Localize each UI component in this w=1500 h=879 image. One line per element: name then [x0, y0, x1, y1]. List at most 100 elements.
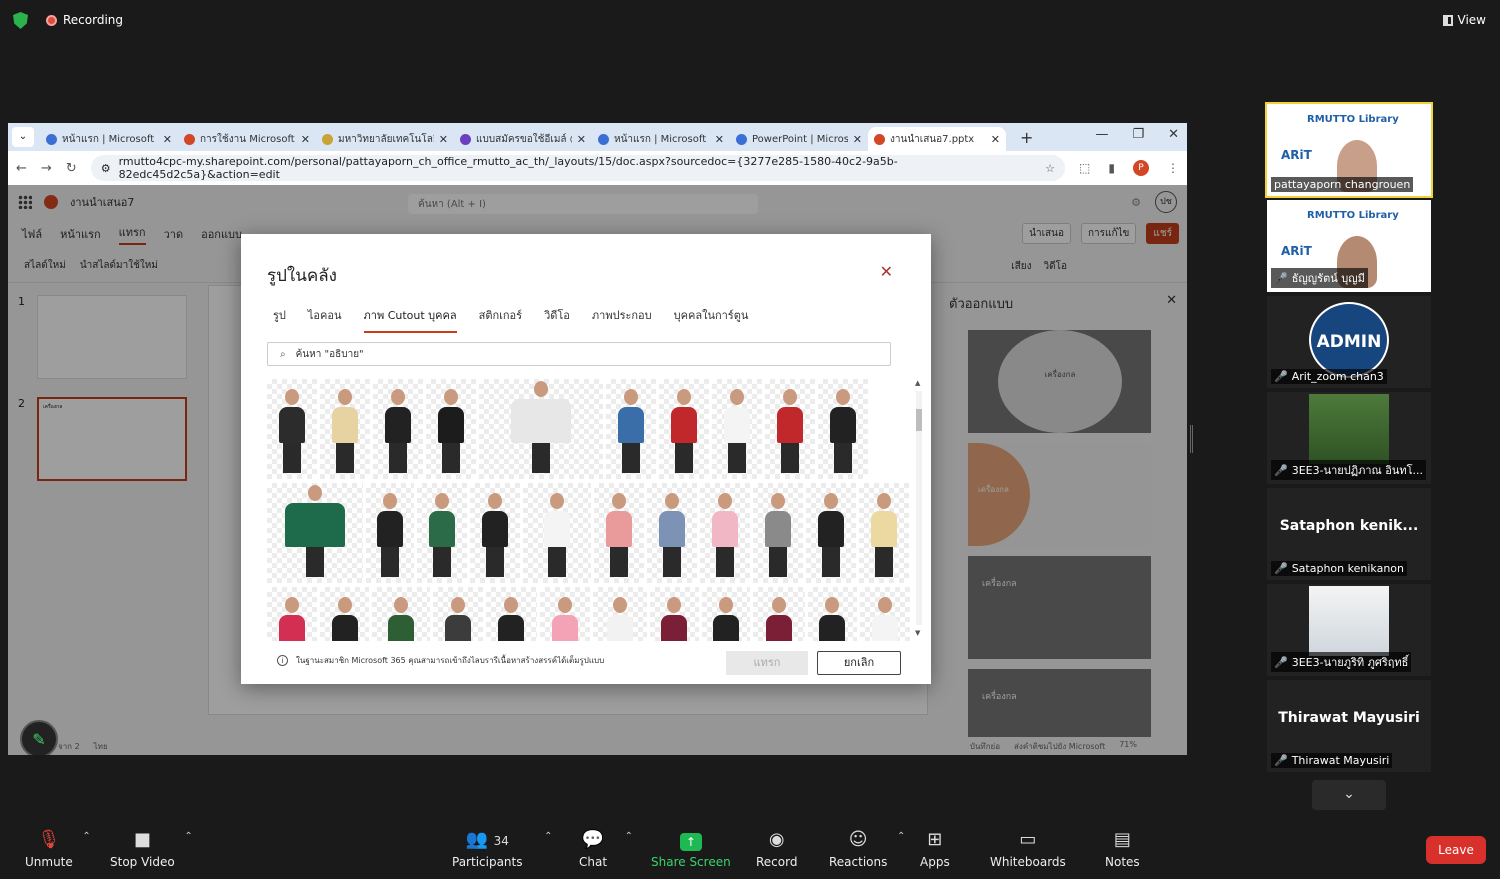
cutout-person-image[interactable] — [417, 483, 467, 583]
new-tab-button[interactable]: + — [1020, 128, 1033, 147]
browser-tab[interactable]: งานนำเสนอ7.pptx ✕ — [868, 127, 1006, 151]
cutout-person-image[interactable] — [752, 587, 805, 641]
site-info-icon[interactable]: ⚙ — [101, 162, 111, 175]
cutout-person-image[interactable] — [470, 483, 520, 583]
tab-close-icon[interactable]: ✕ — [853, 133, 862, 146]
participant-tile[interactable]: Sataphon kenik... 🎤 Sataphon kenikanon — [1267, 488, 1431, 580]
cutout-person-image[interactable] — [702, 587, 750, 641]
cutout-person-image[interactable] — [649, 587, 700, 641]
participant-tile[interactable]: RMUTTO Library ARiT pattayaporn changrou… — [1265, 102, 1433, 198]
tab-close-icon[interactable]: ✕ — [163, 133, 172, 146]
participant-tile[interactable]: Thirawat Mayusiri 🎤 Thirawat Mayusiri — [1267, 680, 1431, 772]
chevron-up-icon[interactable]: ⌃ — [544, 831, 552, 842]
chat-button[interactable]: 💬 Chat ⌃ — [579, 829, 633, 869]
scroll-thumb[interactable] — [916, 409, 922, 431]
cutout-person-image[interactable] — [712, 379, 762, 479]
cutout-person-image[interactable] — [320, 379, 370, 479]
view-button[interactable]: View — [1442, 13, 1486, 27]
cutout-person-image[interactable] — [818, 379, 868, 479]
cutout-person-image[interactable] — [267, 587, 317, 641]
cutout-person-image[interactable] — [540, 587, 590, 641]
chevron-up-icon[interactable]: ⌃ — [82, 831, 90, 842]
recording-indicator[interactable]: Recording — [46, 13, 123, 27]
reactions-button[interactable]: ☺ Reactions ⌃ — [829, 829, 905, 869]
cutout-person-image[interactable] — [479, 379, 603, 479]
cutout-person-image[interactable] — [267, 379, 317, 479]
cutout-person-image[interactable] — [860, 587, 910, 641]
cutout-person-image[interactable] — [606, 379, 656, 479]
tab-stickers[interactable]: สติกเกอร์ — [479, 306, 522, 333]
cutout-person-image[interactable] — [319, 587, 370, 641]
cutout-person-image[interactable] — [659, 379, 709, 479]
tab-icons[interactable]: ไอคอน — [308, 306, 342, 333]
maximize-button[interactable]: ❐ — [1132, 127, 1144, 142]
cutout-person-image[interactable] — [372, 587, 430, 641]
grid-scrollbar[interactable]: ▲ ▼ — [915, 379, 923, 637]
scroll-down-icon[interactable]: ▼ — [915, 629, 920, 637]
participant-tile[interactable]: RMUTTO Library ARiT 🎤 ธัญญรัตน์ บุญมี — [1267, 200, 1431, 292]
sidepanel-icon[interactable]: ▮ — [1108, 161, 1115, 175]
tab-videos[interactable]: วิดีโอ — [544, 306, 570, 333]
cutout-person-image[interactable] — [753, 483, 803, 583]
cutout-person-image[interactable] — [267, 483, 363, 583]
tab-close-icon[interactable]: ✕ — [439, 133, 448, 146]
extensions-icon[interactable]: ⬚ — [1079, 161, 1090, 175]
tab-close-icon[interactable]: ✕ — [577, 133, 586, 146]
unmute-button[interactable]: 🎙 Unmute ⌃ — [25, 829, 91, 869]
tab-cutout-people[interactable]: ภาพ Cutout บุคคล — [363, 306, 457, 333]
close-icon[interactable]: ✕ — [880, 262, 893, 281]
cutout-person-image[interactable] — [366, 483, 414, 583]
close-window-button[interactable]: ✕ — [1168, 127, 1179, 142]
reload-button[interactable]: ↻ — [66, 161, 77, 176]
insert-button[interactable]: แทรก — [726, 651, 808, 675]
cutout-person-image[interactable] — [373, 379, 423, 479]
cancel-button[interactable]: ยกเลิก — [817, 651, 901, 675]
cutout-person-image[interactable] — [485, 587, 538, 641]
tab-close-icon[interactable]: ✕ — [991, 133, 1000, 146]
tab-cartoon-people[interactable]: บุคคลในการ์ตูน — [674, 306, 749, 333]
browser-tab[interactable]: การใช้งาน Microsoft PowerPoint ✕ — [178, 127, 316, 151]
profile-avatar[interactable]: P — [1133, 160, 1149, 176]
browser-tab[interactable]: PowerPoint | Microsoft 365 ✕ — [730, 127, 868, 151]
record-button[interactable]: ◉ Record — [756, 829, 797, 869]
chevron-up-icon[interactable]: ⌃ — [184, 831, 192, 842]
cutout-person-image[interactable] — [426, 379, 476, 479]
tab-close-icon[interactable]: ✕ — [301, 133, 310, 146]
whiteboards-button[interactable]: ▭ Whiteboards — [990, 829, 1066, 869]
cutout-person-image[interactable] — [432, 587, 483, 641]
browser-tab[interactable]: แบบสมัครขอใช้อีเมล์ @rmutto ✕ — [454, 127, 592, 151]
back-button[interactable]: ← — [16, 161, 27, 176]
annotate-pen-icon[interactable]: ✎ — [20, 720, 58, 755]
cutout-person-image[interactable] — [807, 587, 858, 641]
chevron-up-icon[interactable]: ⌃ — [897, 831, 905, 842]
tab-images[interactable]: รูป — [273, 306, 286, 333]
browser-tab[interactable]: หน้าแรก | Microsoft 365 ✕ — [592, 127, 730, 151]
bookmark-star-icon[interactable]: ☆ — [1045, 162, 1055, 175]
apps-button[interactable]: ⊞ Apps — [920, 829, 950, 869]
participant-tile[interactable]: 🎤 3EE3-นายปฏิภาณ อินทโ... — [1267, 392, 1431, 484]
chevron-down-icon[interactable]: ⌄ — [1312, 780, 1386, 810]
share-screen-button[interactable]: ↑ Share Screen — [651, 829, 731, 869]
panel-splitter[interactable] — [1190, 425, 1193, 453]
cutout-person-image[interactable] — [806, 483, 856, 583]
stop-video-button[interactable]: ■ Stop Video ⌃ — [110, 829, 193, 869]
cutout-person-image[interactable] — [647, 483, 697, 583]
participant-tile[interactable]: ADMIN 🎤 Arit_zoom chan3 — [1267, 296, 1431, 388]
browser-tab[interactable]: หน้าแรก | Microsoft 365 ✕ — [40, 127, 178, 151]
cutout-person-image[interactable] — [523, 483, 591, 583]
cutout-person-image[interactable] — [700, 483, 750, 583]
scroll-up-icon[interactable]: ▲ — [915, 379, 920, 387]
participants-button[interactable]: 👥 34 Participants ⌃ — [452, 829, 553, 869]
tab-illustrations[interactable]: ภาพประกอบ — [592, 306, 652, 333]
browser-tab[interactable]: มหาวิทยาลัยเทคโนโลยีราชมงคล ✕ — [316, 127, 454, 151]
dialog-search-input[interactable]: ⌕ ค้นหา "อธิบาย" — [267, 342, 891, 366]
tab-search-button[interactable]: ⌄ — [12, 127, 34, 147]
tab-close-icon[interactable]: ✕ — [715, 133, 724, 146]
chevron-up-icon[interactable]: ⌃ — [625, 831, 633, 842]
cutout-person-image[interactable] — [859, 483, 909, 583]
cutout-person-image[interactable] — [592, 587, 647, 641]
cutout-person-image[interactable] — [765, 379, 815, 479]
cutout-person-image[interactable] — [594, 483, 644, 583]
leave-button[interactable]: Leave — [1426, 836, 1486, 864]
minimize-button[interactable]: — — [1095, 127, 1108, 142]
